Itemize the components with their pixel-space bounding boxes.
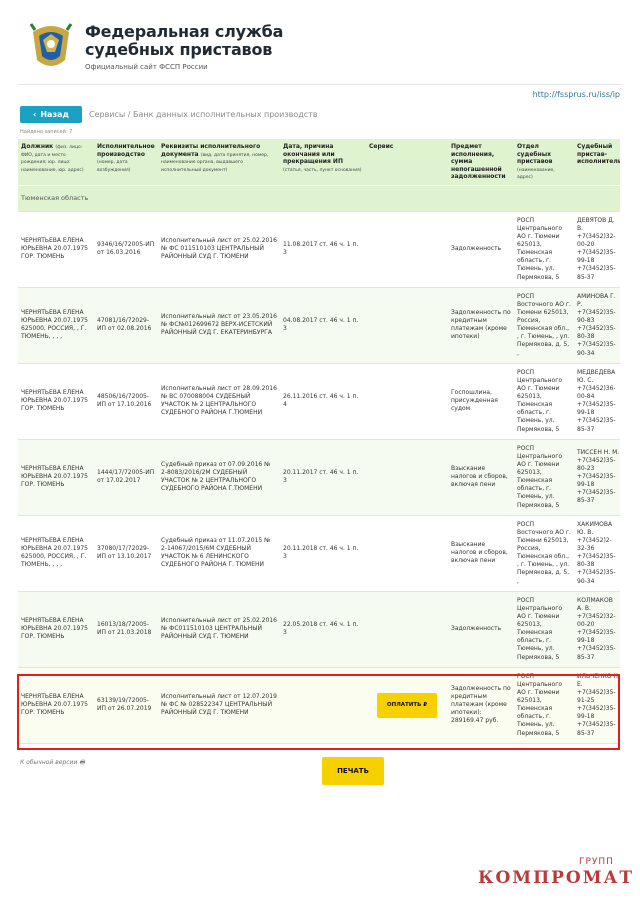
debtor-cell: ЧЕРНЯТЬЕВА ЕЛЕНА ЮРЬЕВНА 20.07.1975 6250… [18, 515, 94, 592]
doc-cell: Исполнительный лист от 25.02.2016 № ФС01… [158, 591, 280, 668]
ip-cell: 9346/16/72005-ИП от 16.03.2016 [94, 211, 158, 288]
table-row: ЧЕРНЯТЬЕВА ЕЛЕНА ЮРЬЕВНА 20.07.1975 6250… [18, 287, 620, 364]
dept-cell: РОСП Центрального АО г. Тюмени 625013, Т… [514, 211, 574, 288]
back-button[interactable]: ‹ Назад [20, 106, 82, 123]
table-row: ЧЕРНЯТЬЕВА ЕЛЕНА ЮРЬЕВНА 20.07.1975 ГОР.… [18, 439, 620, 516]
ip-cell: 16013/18/72005-ИП от 21.03.2018 [94, 591, 158, 668]
doc-cell: Исполнительный лист от 23.05.2016 № ФС№0… [158, 287, 280, 364]
service-cell [366, 287, 448, 364]
site-header: Федеральная служба судебных приставов Оф… [25, 18, 625, 78]
debtor-cell: ЧЕРНЯТЬЕВА ЕЛЕНА ЮРЬЕВНА 20.07.1975 ГОР.… [18, 439, 94, 516]
bailiff-cell: АМИНОВА Г. Р. +7(3452)35-90-83 +7(3452)3… [574, 287, 620, 364]
site-subtitle: Официальный сайт ФССП России [85, 63, 208, 71]
end-cell: 26.11.2016 ст. 46 ч. 1 п. 4 [280, 363, 366, 440]
back-button-label: Назад [40, 110, 69, 119]
ip-cell: 37080/17/72029-ИП от 13.10.2017 [94, 515, 158, 592]
fssp-emblem-icon [29, 23, 73, 66]
dept-cell: РОСП Центрального АО г. Тюмени 625013, Т… [514, 591, 574, 668]
table-row: ЧЕРНЯТЬЕВА ЕЛЕНА ЮРЬЕВНА 20.07.1975 ГОР.… [18, 363, 620, 440]
bailiff-cell: МЕДВЕДЕВА Ю. С. +7(3452)36-00-84 +7(3452… [574, 363, 620, 440]
bailiff-cell: КОЛМАКОВ А. В. +7(3452)32-00-20 +7(3452)… [574, 591, 620, 668]
table-row: ЧЕРНЯТЬЕВА ЕЛЕНА ЮРЬЕВНА 20.07.1975 ГОР.… [18, 591, 620, 668]
end-cell: 20.11.2018 ст. 46 ч. 1 п. 3 [280, 515, 366, 592]
service-url-link[interactable]: http://fssprus.ru/iss/ip [533, 90, 620, 99]
col-header-doc: Реквизиты исполнительного документа (вид… [158, 139, 280, 186]
service-cell [366, 439, 448, 516]
print-button[interactable]: ПЕЧАТЬ [322, 757, 384, 785]
results-table-container: Должник (физ. лицо: ФИО, дата и место ро… [18, 139, 620, 753]
debtor-cell: ЧЕРНЯТЬЕВА ЕЛЕНА ЮРЬЕВНА 20.07.1975 ГОР.… [18, 363, 94, 440]
site-title-line1: Федеральная служба [85, 22, 284, 41]
debtor-cell: ЧЕРНЯТЬЕВА ЕЛЕНА ЮРЬЕВНА 20.07.1975 6250… [18, 287, 94, 364]
ip-cell: 47081/16/72029-ИП от 02.08.2016 [94, 287, 158, 364]
bailiff-cell: ХАКИМОВА Ю. В. +7(3452)2-32-36 +7(3452)3… [574, 515, 620, 592]
col-header-service: Сервис [366, 139, 448, 186]
site-title-line2: судебных приставов [85, 40, 273, 59]
subject-cell: Задолженность [448, 211, 514, 288]
dept-cell: РОСП Восточного АО г. Тюмени 625013, Рос… [514, 287, 574, 364]
breadcrumb[interactable]: Сервисы / Банк данных исполнительных про… [89, 110, 318, 119]
dept-cell: РОСП Восточного АО г. Тюмени 625013, Рос… [514, 515, 574, 592]
doc-cell: Судебный приказ от 07.09.2016 № 2-8083/2… [158, 439, 280, 516]
records-found-count: Найдено записей: 7 [20, 129, 73, 135]
watermark-kompromat: КОМПРОМАТ [478, 868, 635, 888]
old-version-link[interactable]: К обычной версии 🖶 [20, 758, 85, 768]
doc-cell: Исполнительный лист от 25.02.2016 № ФС 0… [158, 211, 280, 288]
col-header-ip: Исполнительное производство (номер, дата… [94, 139, 158, 186]
ip-cell: 48506/16/72005-ИП от 17.10.2016 [94, 363, 158, 440]
table-row: ЧЕРНЯТЬЕВА ЕЛЕНА ЮРЬЕВНА 20.07.1975 ГОР.… [18, 211, 620, 288]
subject-cell: Взыскание налогов и сборов, включая пени [448, 439, 514, 516]
col-header-dept: Отдел судебных приставов (наименование, … [514, 139, 574, 186]
highlight-frame [17, 674, 620, 750]
end-cell: 11.08.2017 ст. 46 ч. 1 п. 3 [280, 211, 366, 288]
service-cell [366, 363, 448, 440]
col-header-end: Дата, причина окончания или прекращения … [280, 139, 366, 186]
end-cell: 04.08.2017 ст. 46 ч. 1 п. 3 [280, 287, 366, 364]
header-divider [18, 84, 622, 85]
printer-icon: 🖶 [79, 759, 85, 766]
ip-cell: 1444/17/72005-ИП от 17.02.2017 [94, 439, 158, 516]
region-row: Тюменская область [18, 185, 620, 212]
doc-cell: Исполнительный лист от 28.09.2016 № ВС 0… [158, 363, 280, 440]
dept-cell: РОСП Центрального АО г. Тюмени 625013, Т… [514, 363, 574, 440]
col-header-bailiff: Судебный пристав-исполнитель [574, 139, 620, 186]
subject-cell: Взыскание налогов и сборов, включая пени [448, 515, 514, 592]
region-label: Тюменская область [18, 185, 620, 212]
doc-cell: Судебный приказ от 11.07.2015 № 2-14067/… [158, 515, 280, 592]
debtor-cell: ЧЕРНЯТЬЕВА ЕЛЕНА ЮРЬЕВНА 20.07.1975 ГОР.… [18, 591, 94, 668]
service-cell [366, 211, 448, 288]
debtor-cell: ЧЕРНЯТЬЕВА ЕЛЕНА ЮРЬЕВНА 20.07.1975 ГОР.… [18, 211, 94, 288]
watermark-group: ГРУПП [579, 857, 614, 867]
subject-cell: Госпошлина, присужденная судом [448, 363, 514, 440]
table-header-row: Должник (физ. лицо: ФИО, дата и место ро… [18, 139, 620, 186]
service-cell [366, 515, 448, 592]
end-cell: 22.05.2018 ст. 46 ч. 1 п. 3 [280, 591, 366, 668]
service-cell [366, 591, 448, 668]
subject-cell: Задолженность по кредитным платежам (кро… [448, 287, 514, 364]
col-header-subject: Предмет исполнения, сумма непогашенной з… [448, 139, 514, 186]
col-header-debtor: Должник (физ. лицо: ФИО, дата и место ро… [18, 139, 94, 186]
subject-cell: Задолженность [448, 591, 514, 668]
dept-cell: РОСП Центрального АО г. Тюмени 625013, Т… [514, 439, 574, 516]
end-cell: 20.11.2017 ст. 46 ч. 1 п. 3 [280, 439, 366, 516]
results-table: Должник (физ. лицо: ФИО, дата и место ро… [18, 139, 620, 744]
table-row: ЧЕРНЯТЬЕВА ЕЛЕНА ЮРЬЕВНА 20.07.1975 6250… [18, 515, 620, 592]
bailiff-cell: ДЕВЯТОВ Д. В. +7(3452)32-00-20 +7(3452)3… [574, 211, 620, 288]
bailiff-cell: ТИССЕН Н. М. +7(3452)35-80-23 +7(3452)35… [574, 439, 620, 516]
chevron-left-icon: ‹ [33, 110, 37, 119]
